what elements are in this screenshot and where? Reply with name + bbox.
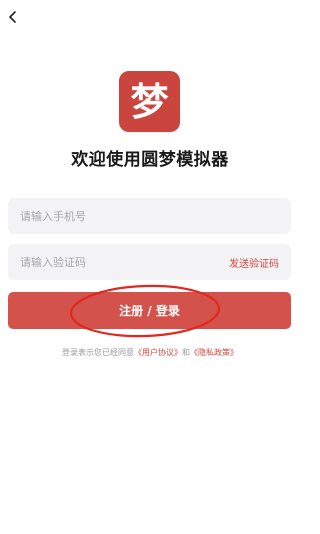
agreement-joiner: 和	[182, 348, 190, 357]
welcome-title: 欢迎使用圆梦模拟器	[71, 150, 229, 170]
register-login-button[interactable]: 注册 / 登录	[8, 292, 291, 329]
phone-input[interactable]	[20, 209, 279, 223]
verification-code-input[interactable]	[20, 255, 229, 269]
agreement-prefix: 登录表示您已经同意	[62, 348, 134, 357]
login-screen: 梦 欢迎使用圆梦模拟器 发送验证码 注册 / 登录 登录表示您已经同意《用户协议…	[0, 0, 300, 534]
phone-field	[8, 198, 291, 234]
logo-glyph: 梦	[130, 78, 169, 124]
code-field: 发送验证码	[8, 244, 291, 280]
send-code-button[interactable]: 发送验证码	[229, 255, 279, 270]
app-logo: 梦	[119, 71, 180, 132]
user-agreement-link[interactable]: 《用户协议》	[134, 348, 182, 357]
back-button[interactable]	[2, 6, 24, 28]
privacy-policy-link[interactable]: 《隐私政策》	[190, 348, 238, 357]
agreement-text: 登录表示您已经同意《用户协议》和《隐私政策》	[0, 347, 300, 358]
chevron-left-icon	[9, 11, 16, 23]
